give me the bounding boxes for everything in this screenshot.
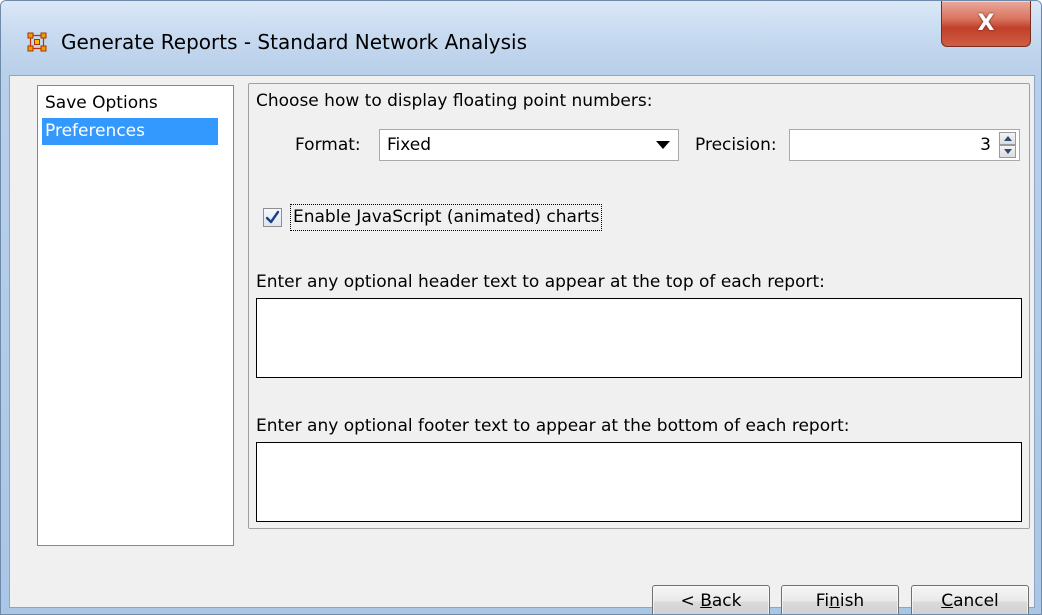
dialog-window: Generate Reports - Standard Network Anal… bbox=[0, 0, 1042, 615]
options-list[interactable]: Save Options Preferences bbox=[37, 85, 234, 546]
js-charts-checkbox[interactable] bbox=[263, 208, 282, 227]
finish-label-pre: Fi bbox=[815, 591, 830, 611]
footer-text-area[interactable] bbox=[256, 442, 1022, 522]
js-charts-label[interactable]: Enable JavaScript (animated) charts bbox=[290, 204, 603, 231]
spinner-up-icon[interactable] bbox=[999, 132, 1016, 145]
format-label: Format: bbox=[295, 135, 361, 155]
list-item-save-options[interactable]: Save Options bbox=[42, 90, 218, 117]
finish-label-post: ish bbox=[839, 591, 865, 611]
back-button[interactable]: < Back bbox=[652, 585, 770, 614]
finish-button[interactable]: Finish bbox=[781, 585, 899, 614]
floating-point-heading: Choose how to display floating point num… bbox=[256, 91, 653, 111]
close-icon: X bbox=[977, 11, 995, 36]
network-nodes-icon bbox=[26, 31, 48, 53]
header-text-area[interactable] bbox=[256, 298, 1022, 378]
precision-label: Precision: bbox=[695, 135, 777, 155]
back-label-post: ack bbox=[711, 591, 742, 611]
dialog-body: Save Options Preferences Choose how to d… bbox=[9, 75, 1035, 614]
footer-text-prompt: Enter any optional footer text to appear… bbox=[256, 416, 850, 436]
preferences-panel: Choose how to display floating point num… bbox=[248, 83, 1030, 529]
header-text-prompt: Enter any optional header text to appear… bbox=[256, 272, 825, 292]
cancel-label-post: ancel bbox=[953, 591, 999, 611]
checkmark-icon bbox=[265, 210, 280, 224]
precision-spinner[interactable]: 3 bbox=[789, 129, 1020, 161]
cancel-button[interactable]: Cancel bbox=[911, 585, 1029, 614]
close-button[interactable]: X bbox=[941, 1, 1031, 47]
cancel-label-mnemonic: C bbox=[941, 591, 954, 611]
chevron-down-icon bbox=[656, 141, 670, 149]
window-title: Generate Reports - Standard Network Anal… bbox=[61, 30, 528, 54]
back-label-mnemonic: B bbox=[700, 591, 712, 611]
format-dropdown[interactable]: Fixed bbox=[379, 129, 679, 161]
format-value: Fixed bbox=[387, 135, 432, 155]
precision-value[interactable]: 3 bbox=[980, 130, 991, 160]
spinner-down-icon[interactable] bbox=[999, 145, 1016, 158]
list-item-preferences[interactable]: Preferences bbox=[42, 118, 218, 145]
finish-label-mnemonic: n bbox=[829, 591, 840, 611]
title-bar[interactable]: Generate Reports - Standard Network Anal… bbox=[1, 1, 1041, 75]
back-label-pre: < bbox=[680, 591, 701, 611]
